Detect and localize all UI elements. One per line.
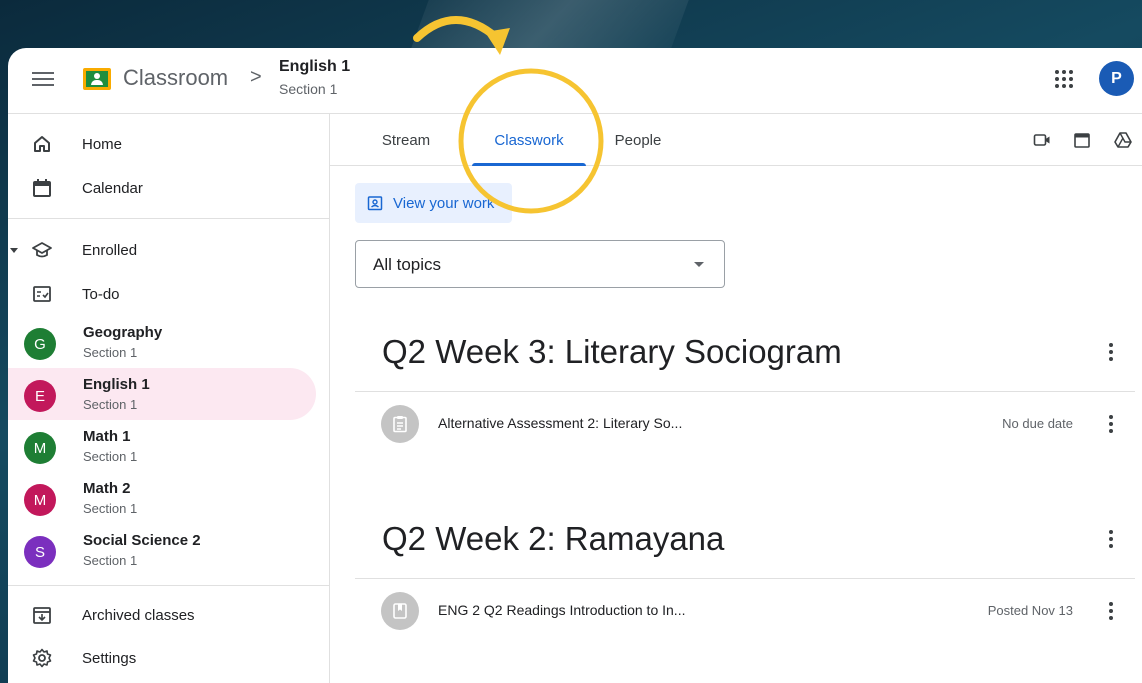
top-bar: Classroom > English 1 Section 1 P: [8, 48, 1142, 114]
graduation-cap-icon: [32, 242, 52, 258]
gear-icon: [32, 648, 52, 668]
account-avatar[interactable]: P: [1099, 61, 1134, 96]
main-content: Stream Classwork People View your work A…: [330, 114, 1142, 683]
sidebar-class-social-science-2[interactable]: S Social Science 2 Section 1: [8, 524, 316, 576]
sidebar-divider: [8, 218, 330, 219]
tab-people[interactable]: People: [605, 114, 671, 166]
topic-more-options-icon[interactable]: [1099, 340, 1123, 364]
class-section: Section 1: [83, 449, 138, 464]
view-your-work-button[interactable]: View your work: [355, 183, 512, 223]
view-your-work-label: View your work: [393, 194, 495, 212]
sidebar-item-archived-classes[interactable]: Archived classes: [8, 593, 318, 637]
sidebar-class-geography[interactable]: G Geography Section 1: [8, 316, 316, 368]
class-name: English 1: [83, 376, 150, 393]
sidebar-item-label: Calendar: [82, 179, 143, 197]
classroom-window: Classroom > English 1 Section 1 P Home C…: [8, 48, 1142, 683]
tab-classwork[interactable]: Classwork: [472, 114, 586, 166]
todo-list-icon: [33, 286, 51, 302]
breadcrumb-separator: >: [250, 66, 262, 88]
tab-stream[interactable]: Stream: [366, 114, 446, 166]
course-section: Section 1: [279, 81, 338, 97]
class-avatar: M: [24, 432, 56, 464]
classwork-item[interactable]: ENG 2 Q2 Readings Introduction to In... …: [355, 579, 1135, 643]
topic-filter-select[interactable]: All topics: [355, 240, 725, 288]
class-section: Section 1: [83, 397, 138, 412]
sidebar: Home Calendar Enrolled To-do G Geography…: [8, 114, 330, 683]
sidebar-item-calendar[interactable]: Calendar: [8, 166, 318, 210]
sidebar-item-label: Settings: [82, 649, 137, 667]
class-name: Math 1: [83, 428, 131, 445]
classwork-item-due: No due date: [1002, 416, 1073, 431]
topic-more-options-icon[interactable]: [1099, 527, 1123, 551]
classwork-item-title: Alternative Assessment 2: Literary So...: [438, 415, 683, 431]
material-book-icon: [381, 592, 419, 630]
item-more-options-icon[interactable]: [1099, 599, 1123, 623]
sidebar-item-todo[interactable]: To-do: [8, 272, 318, 316]
sidebar-item-settings[interactable]: Settings: [8, 636, 318, 680]
sidebar-item-label: Home: [82, 135, 123, 153]
classwork-item[interactable]: Alternative Assessment 2: Literary So...…: [355, 392, 1135, 456]
class-name: Math 2: [83, 480, 131, 497]
class-avatar: S: [24, 536, 56, 568]
topic-title[interactable]: Q2 Week 2: Ramayana: [382, 520, 724, 558]
background-accent: [411, 0, 689, 48]
class-avatar: M: [24, 484, 56, 516]
sidebar-item-label: To-do: [82, 285, 120, 303]
assignment-ind-icon: [367, 196, 383, 211]
caret-down-icon[interactable]: [10, 246, 18, 254]
class-section: Section 1: [83, 345, 138, 360]
video-meet-icon[interactable]: [1033, 131, 1051, 149]
home-icon: [34, 136, 50, 152]
class-avatar: G: [24, 328, 56, 360]
sidebar-item-home[interactable]: Home: [8, 122, 318, 166]
class-section: Section 1: [83, 501, 138, 516]
classwork-item-title: ENG 2 Q2 Readings Introduction to In...: [438, 602, 686, 618]
tab-bar: Stream Classwork People: [330, 114, 1142, 166]
sidebar-class-math-2[interactable]: M Math 2 Section 1: [8, 472, 316, 524]
item-more-options-icon[interactable]: [1099, 412, 1123, 436]
class-section: Section 1: [83, 553, 138, 568]
app-title[interactable]: Classroom: [123, 65, 228, 91]
class-name: Social Science 2: [83, 532, 201, 549]
assignment-icon: [381, 405, 419, 443]
sidebar-item-enrolled[interactable]: Enrolled: [8, 228, 318, 272]
google-drive-icon[interactable]: [1114, 131, 1132, 149]
archive-icon: [33, 607, 51, 624]
class-avatar: E: [24, 380, 56, 412]
sidebar-class-english-1[interactable]: E English 1 Section 1: [8, 368, 316, 420]
class-name: Geography: [83, 324, 163, 341]
classwork-item-posted: Posted Nov 13: [987, 603, 1073, 618]
calendar-icon[interactable]: [1073, 131, 1091, 149]
google-apps-icon[interactable]: [1055, 70, 1073, 88]
classroom-logo-icon[interactable]: [83, 68, 111, 90]
dropdown-arrow-icon: [694, 262, 704, 267]
sidebar-divider: [8, 585, 330, 586]
sidebar-item-label: Enrolled: [82, 241, 138, 259]
course-title[interactable]: English 1: [279, 58, 350, 76]
sidebar-item-label: Archived classes: [82, 606, 195, 624]
topic-title[interactable]: Q2 Week 3: Literary Sociogram: [382, 333, 842, 371]
sidebar-class-math-1[interactable]: M Math 1 Section 1: [8, 420, 316, 472]
main-menu-icon[interactable]: [32, 68, 54, 90]
calendar-icon: [33, 179, 51, 197]
topic-filter-value: All topics: [373, 255, 442, 274]
